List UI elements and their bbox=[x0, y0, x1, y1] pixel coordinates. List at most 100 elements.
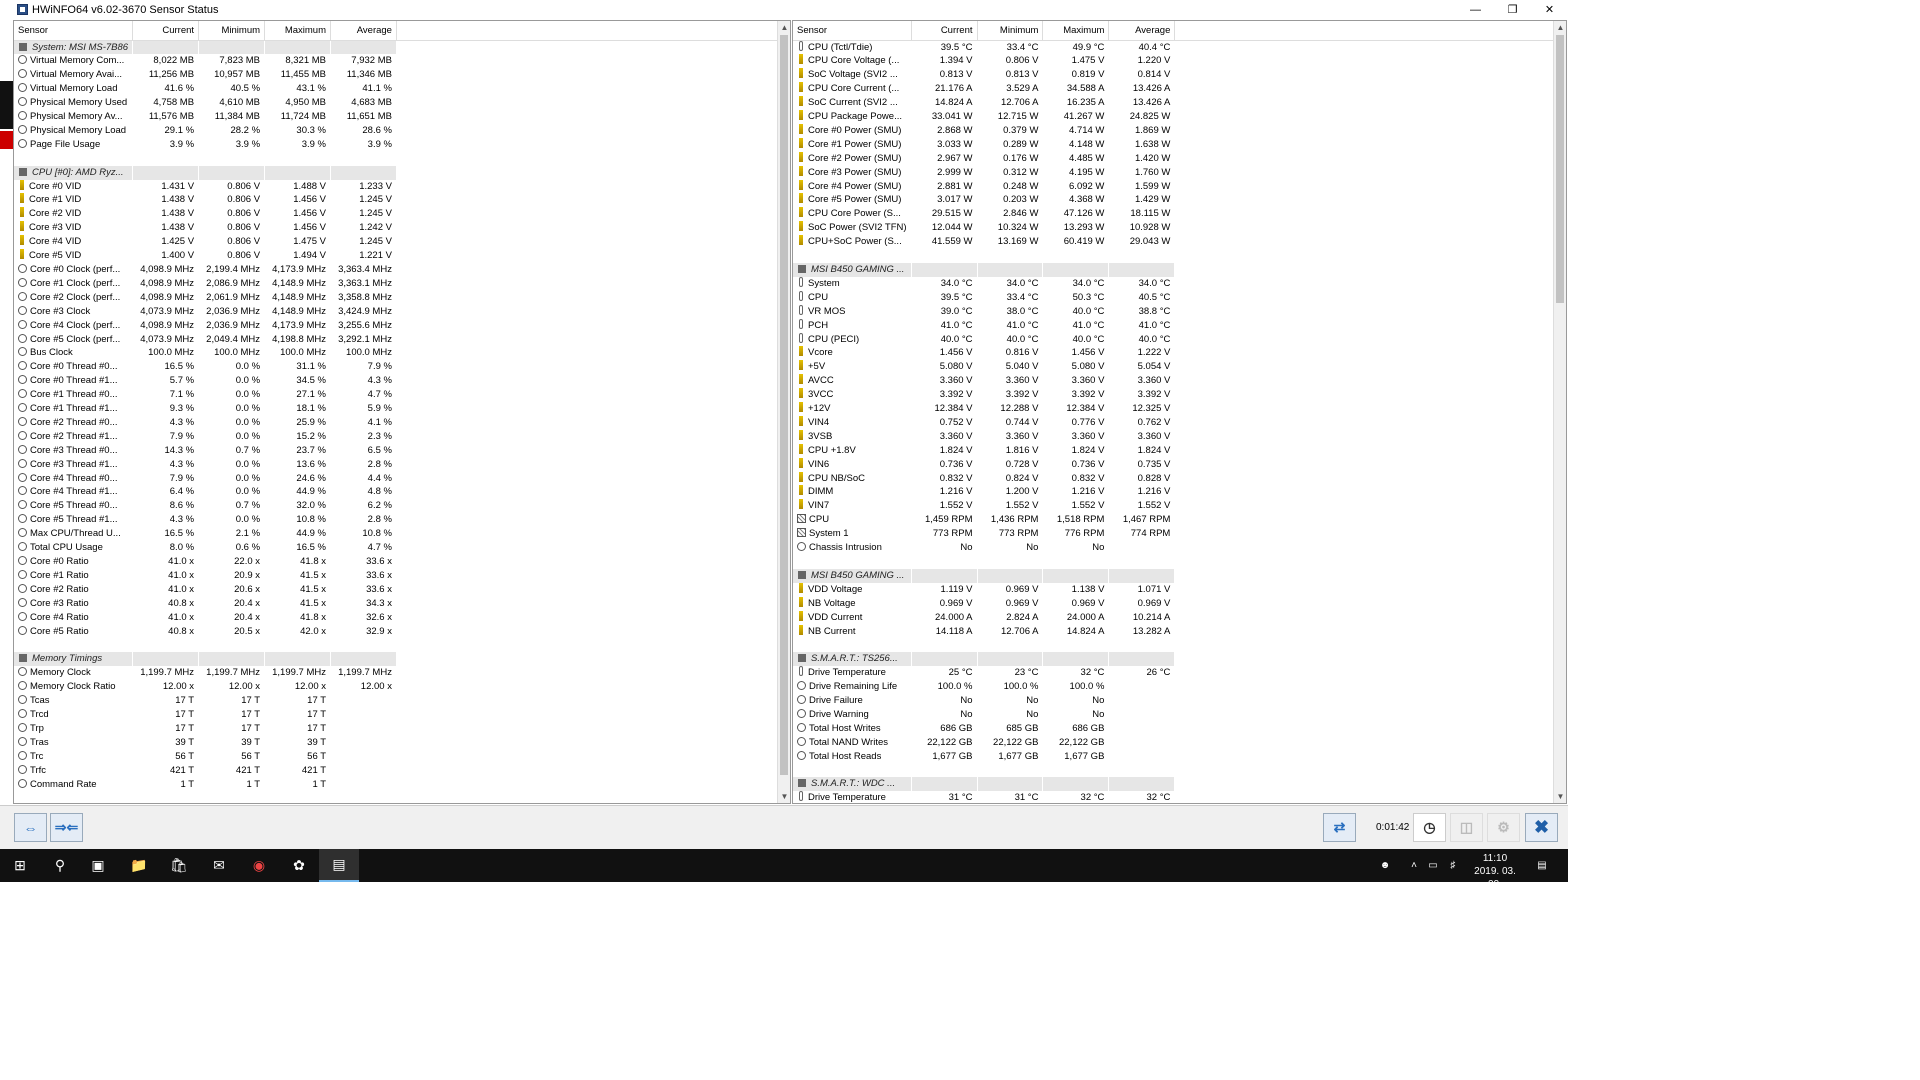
sensor-row[interactable]: SoC Power (SVI2 TFN) 12.044 W 10.324 W 13.2… bbox=[793, 221, 1566, 236]
sensor-row[interactable]: Bus Clock 100.0 MHz 100.0 MHz 100.0 MHz 100.… bbox=[14, 346, 790, 361]
volume-icon[interactable]: ♯ bbox=[1444, 849, 1462, 882]
sensor-row[interactable]: Core #1 Thread #0... 7.1 % 0.0 % 27.1 % 4.7 … bbox=[14, 388, 790, 403]
sensor-row[interactable]: Core #2 VID 1.438 V 0.806 V 1.456 V 1.245 V bbox=[14, 207, 790, 222]
settings-gear-icon[interactable]: ⚙ bbox=[1487, 813, 1520, 842]
sensor-row[interactable]: Core #4 Thread #1... 6.4 % 0.0 % 44.9 % 4.8 … bbox=[14, 485, 790, 500]
hwinfo-taskbar-icon[interactable]: ▤ bbox=[319, 849, 359, 882]
sensor-row[interactable]: Core #1 VID 1.438 V 0.806 V 1.456 V 1.245 V bbox=[14, 193, 790, 208]
sensor-row[interactable]: VIN6 0.736 V 0.728 V 0.736 V 0.735 V bbox=[793, 457, 1566, 472]
scrollbar-right[interactable]: ▲ ▼ bbox=[1553, 21, 1566, 803]
sensor-row[interactable]: Physical Memory Load 29.1 % 28.2 % 30.3 % 28… bbox=[14, 123, 790, 138]
expand-columns-icon[interactable]: ⇔ bbox=[14, 813, 47, 842]
sensor-row[interactable]: SoC Voltage (SVI2 ... 0.813 V 0.813 V 0.819… bbox=[793, 68, 1566, 83]
sensor-row[interactable]: Total Host Writes 686 GB 685 GB 686 GB bbox=[793, 721, 1566, 736]
sensor-row[interactable]: Chassis Intrusion No No No bbox=[793, 541, 1566, 556]
sensor-row[interactable]: Core #0 Ratio 41.0 x 22.0 x 41.8 x 33.6 x bbox=[14, 555, 790, 569]
log-file-icon[interactable]: ◫ bbox=[1450, 813, 1483, 842]
sensor-row[interactable]: Virtual Memory Com... 8,022 MB 7,823 MB 8,3… bbox=[14, 54, 790, 69]
sensor-row[interactable]: Total NAND Writes 22,122 GB 22,122 GB 22,12… bbox=[793, 735, 1566, 750]
scroll-up-icon[interactable]: ▲ bbox=[1554, 21, 1566, 34]
sensor-row[interactable]: Core #0 Power (SMU) 2.868 W 0.379 W 4.714 W… bbox=[793, 123, 1566, 138]
sensor-row[interactable]: CPU 39.5 °C 33.4 °C 50.3 °C 40.5 °C bbox=[793, 290, 1566, 305]
sensor-row[interactable]: +5V 5.080 V 5.040 V 5.080 V 5.054 V bbox=[793, 360, 1566, 375]
tray-chevron-up-icon[interactable]: ˄ bbox=[1405, 849, 1423, 882]
sensor-row[interactable]: Core #4 Ratio 41.0 x 20.4 x 41.8 x 32.6 x bbox=[14, 610, 790, 625]
sensor-row[interactable]: Drive Temperature 25 °C 23 °C 32 °C 26 °C bbox=[793, 666, 1566, 681]
sensor-row[interactable]: Core #2 Ratio 41.0 x 20.6 x 41.5 x 33.6 x bbox=[14, 582, 790, 597]
scroll-thumb-left[interactable] bbox=[780, 35, 788, 775]
task-view-icon[interactable]: ▣ bbox=[78, 849, 118, 882]
sensor-row[interactable]: Core #0 Thread #0... 16.5 % 0.0 % 31.1 % 7.9… bbox=[14, 360, 790, 375]
sensor-row[interactable]: CPU 1,459 RPM 1,436 RPM 1,518 RPM 1,467 RPM bbox=[793, 513, 1566, 528]
sensor-row[interactable]: Core #0 Clock (perf... 4,098.9 MHz 2,199.4… bbox=[14, 262, 790, 277]
sensor-group-header[interactable]: MSI B450 GAMING ... bbox=[793, 568, 1566, 583]
store-icon[interactable]: 🛍 bbox=[159, 849, 199, 882]
sensor-row[interactable]: CPU Core Current (... 21.176 A 3.529 A 34.5… bbox=[793, 82, 1566, 97]
sensor-row[interactable]: Vcore 1.456 V 0.816 V 1.456 V 1.222 V bbox=[793, 346, 1566, 361]
sensor-row[interactable]: Trfc 421 T 421 T 421 T bbox=[14, 763, 790, 778]
sensor-row[interactable]: Core #5 Thread #0... 8.6 % 0.7 % 32.0 % 6.2 … bbox=[14, 499, 790, 514]
col-header-average[interactable]: Average bbox=[1108, 21, 1176, 41]
sensor-row[interactable]: Core #1 Clock (perf... 4,098.9 MHz 2,086.9… bbox=[14, 276, 790, 291]
sensor-row[interactable]: Drive Failure No No No bbox=[793, 694, 1566, 708]
sensor-row[interactable]: Core #3 VID 1.438 V 0.806 V 1.456 V 1.242 V bbox=[14, 221, 790, 236]
sensor-row[interactable]: System 34.0 °C 34.0 °C 34.0 °C 34.0 °C bbox=[793, 276, 1566, 291]
sensor-row[interactable]: Physical Memory Used 4,758 MB 4,610 MB 4,95… bbox=[14, 96, 790, 111]
col-header-current[interactable]: Current bbox=[911, 21, 978, 41]
sensor-row[interactable]: PCH 41.0 °C 41.0 °C 41.0 °C 41.0 °C bbox=[793, 318, 1566, 333]
sensor-row[interactable]: Physical Memory Av... 11,576 MB 11,384 MB 1… bbox=[14, 110, 790, 124]
sensor-row[interactable]: Core #4 Power (SMU) 2.881 W 0.248 W 6.092 W… bbox=[793, 179, 1566, 194]
sensor-row[interactable]: CPU (Tctl/Tdie) 39.5 °C 33.4 °C 49.9 °C 40.4… bbox=[793, 40, 1566, 55]
file-explorer-icon[interactable]: 📁 bbox=[119, 849, 159, 882]
sensor-row[interactable]: 3VSB 3.360 V 3.360 V 3.360 V 3.360 V bbox=[793, 429, 1566, 444]
sensor-row[interactable]: Core #2 Power (SMU) 2.967 W 0.176 W 4.485 W… bbox=[793, 151, 1566, 166]
sensor-group-header[interactable]: System: MSI MS-7B86 bbox=[14, 40, 790, 55]
maximize-button[interactable]: ❐ bbox=[1494, 0, 1531, 19]
sensor-row[interactable]: Core #5 VID 1.400 V 0.806 V 1.494 V 1.221 V bbox=[14, 249, 790, 263]
sensor-row[interactable]: System 1 773 RPM 773 RPM 776 RPM 774 RPM bbox=[793, 527, 1566, 542]
sensor-row[interactable]: Core #4 Thread #0... 7.9 % 0.0 % 24.6 % 4.4 … bbox=[14, 471, 790, 486]
notifications-icon[interactable]: ▤ bbox=[1532, 849, 1552, 882]
sensor-row[interactable]: Drive Warning No No No bbox=[793, 707, 1566, 722]
sensor-group-header[interactable]: S.M.A.R.T.: WDC ... bbox=[793, 777, 1566, 792]
minimize-button[interactable]: — bbox=[1457, 0, 1494, 19]
close-button[interactable]: ✕ bbox=[1531, 0, 1568, 19]
sensor-group-header[interactable]: Memory Timings bbox=[14, 652, 790, 667]
collapse-columns-icon[interactable]: ⇒⇐ bbox=[50, 813, 83, 842]
sensor-row[interactable]: 3VCC 3.392 V 3.392 V 3.392 V 3.392 V bbox=[793, 388, 1566, 403]
sensor-row[interactable]: CPU Package Powe... 33.041 W 12.715 W 41.26… bbox=[793, 110, 1566, 124]
search-icon[interactable]: ⚲ bbox=[40, 849, 80, 882]
sensor-row[interactable]: VR MOS 39.0 °C 38.0 °C 40.0 °C 38.8 °C bbox=[793, 304, 1566, 319]
network-icon[interactable]: ▭ bbox=[1424, 849, 1442, 882]
col-header-minimum[interactable]: Minimum bbox=[977, 21, 1044, 41]
col-header-current[interactable]: Current bbox=[132, 21, 200, 41]
sensor-row[interactable]: Core #3 Thread #0... 14.3 % 0.7 % 23.7 % 6.5… bbox=[14, 443, 790, 458]
scroll-thumb-right[interactable] bbox=[1556, 35, 1564, 303]
col-header-minimum[interactable]: Minimum bbox=[198, 21, 266, 41]
sensor-row[interactable]: Page File Usage 3.9 % 3.9 % 3.9 % 3.9 % bbox=[14, 137, 790, 152]
sensor-group-header[interactable]: MSI B450 GAMING ... bbox=[793, 262, 1566, 277]
col-header-maximum[interactable]: Maximum bbox=[264, 21, 331, 41]
scroll-down-icon[interactable]: ▼ bbox=[778, 790, 790, 803]
scroll-up-icon[interactable]: ▲ bbox=[778, 21, 790, 34]
sensor-row[interactable]: Core #3 Thread #1... 4.3 % 0.0 % 13.6 % 2.8 … bbox=[14, 457, 790, 472]
sensor-row[interactable]: Core #3 Ratio 40.8 x 20.4 x 41.5 x 34.3 x bbox=[14, 596, 790, 611]
sensor-row[interactable]: Core #5 Thread #1... 4.3 % 0.0 % 10.8 % 2.8 … bbox=[14, 513, 790, 528]
scroll-down-icon[interactable]: ▼ bbox=[1554, 790, 1566, 803]
sensor-row[interactable]: VIN7 1.552 V 1.552 V 1.552 V 1.552 V bbox=[793, 499, 1566, 514]
sensor-row[interactable]: NB Current 14.118 A 12.706 A 14.824 A 13.282… bbox=[793, 624, 1566, 639]
sensor-row[interactable]: DIMM 1.216 V 1.200 V 1.216 V 1.216 V bbox=[793, 485, 1566, 500]
sensor-row[interactable]: Memory Clock Ratio 12.00 x 12.00 x 12.00 x1… bbox=[14, 680, 790, 695]
col-header-sensor[interactable]: Sensor bbox=[14, 21, 134, 41]
app-icon-generic[interactable]: ✿ bbox=[279, 849, 319, 882]
sensor-row[interactable]: Core #2 Thread #1... 7.9 % 0.0 % 15.2 % 2.3 … bbox=[14, 429, 790, 444]
sensor-row[interactable]: Command Rate 1 T1 T1 T bbox=[14, 777, 790, 792]
sensor-row[interactable]: CPU+SoC Power (S... 41.559 W 13.169 W 60.41… bbox=[793, 235, 1566, 250]
sensor-row[interactable]: CPU Core Power (S... 29.515 W 2.846 W 47.12… bbox=[793, 207, 1566, 222]
taskbar-clock[interactable]: 11:10 2019. 03. 09. bbox=[1466, 852, 1524, 891]
sensor-row[interactable]: Core #4 Clock (perf... 4,098.9 MHz 2,036.9… bbox=[14, 318, 790, 333]
sensor-row[interactable]: Virtual Memory Load 41.6 % 40.5 % 43.1 % 41.… bbox=[14, 82, 790, 97]
sensor-row[interactable]: Core #5 Ratio 40.8 x 20.5 x 42.0 x 32.9 x bbox=[14, 624, 790, 639]
sensor-row[interactable]: Total CPU Usage 8.0 % 0.6 % 16.5 % 4.7 % bbox=[14, 541, 790, 556]
sensor-row[interactable]: Core #3 Power (SMU) 2.999 W 0.312 W 4.195 W… bbox=[793, 165, 1566, 180]
